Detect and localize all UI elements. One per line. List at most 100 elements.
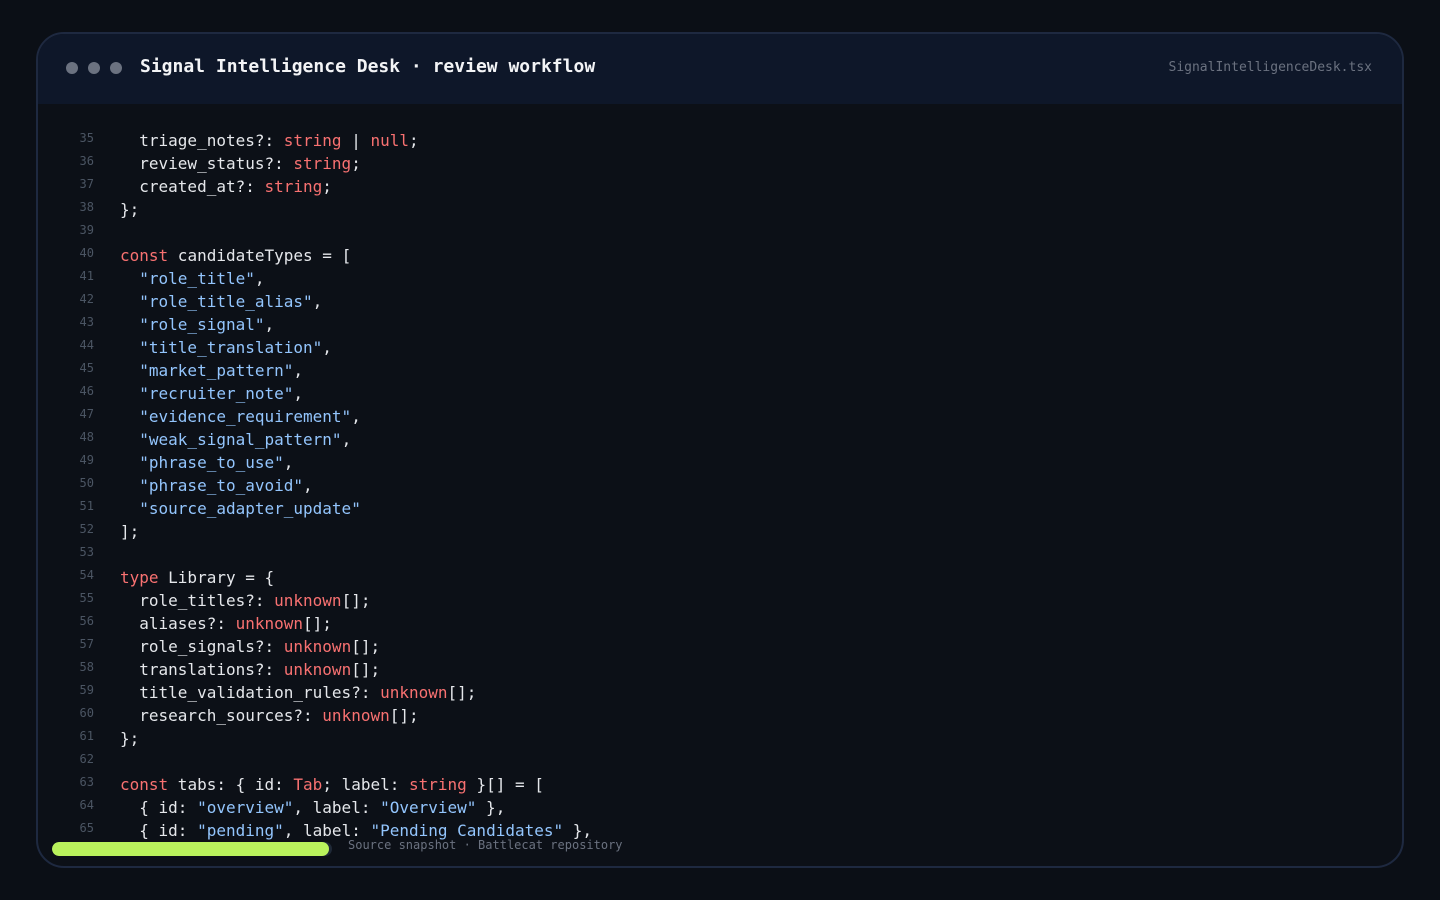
code-token: "evidence_requirement" [139,407,352,426]
code-line: 39 [38,221,1402,244]
line-number: 59 [79,683,94,697]
line-number: 55 [79,591,94,605]
line-source: aliases?: unknown[]; [120,612,332,635]
code-editor[interactable]: 35 triage_notes?: string | null; 36 revie… [38,129,1402,842]
line-number: 44 [79,338,94,352]
line-number: 56 [79,614,94,628]
line-source: "weak_signal_pattern", [120,428,351,451]
code-token: , [283,453,294,472]
line-number: 38 [79,200,94,214]
code-token: research_sources?: [120,706,323,725]
minimize-dot-icon[interactable] [88,62,100,74]
title-bar: Signal Intelligence Desk · review workfl… [38,34,1402,104]
code-token: unknown [322,706,390,725]
line-source: ]; [120,520,139,543]
code-token: ; [409,131,419,150]
code-token: "source_adapter_update" [139,499,361,518]
code-token: }[] = [ [466,775,544,794]
code-token: const [120,246,169,265]
code-line: 44 "title_translation", [38,336,1402,359]
code-line: 63 const tabs: { id: Tab; label: string }… [38,773,1402,796]
maximize-dot-icon[interactable] [110,62,122,74]
line-number: 48 [79,430,94,444]
close-dot-icon[interactable] [66,62,78,74]
line-number: 52 [79,522,94,536]
line-number: 35 [79,131,94,145]
code-token: , [341,430,352,449]
line-number: 54 [79,568,94,582]
code-token: , label: [293,798,381,817]
code-token: "role_title_alias" [139,292,313,311]
snapshot-progress-bar [52,842,332,856]
code-line: 43 "role_signal", [38,313,1402,336]
code-token: "Overview" [380,798,477,817]
code-line: 36 review_status?: string; [38,152,1402,175]
line-number: 41 [79,269,94,283]
code-token: []; [351,637,381,656]
code-token: { id: [120,798,198,817]
code-line: 51 "source_adapter_update" [38,497,1402,520]
code-token: []; [389,706,419,725]
code-token: "title_translation" [139,338,323,357]
code-token: string [409,775,467,794]
code-line: 58 translations?: unknown[]; [38,658,1402,681]
line-number: 62 [79,752,94,766]
code-token: "overview" [197,798,294,817]
code-token: unknown [380,683,448,702]
code-token: triage_notes?: [120,131,284,150]
line-source: research_sources?: unknown[]; [120,704,419,727]
line-source: "phrase_to_use", [120,451,293,474]
code-token: "phrase_to_avoid" [139,476,304,495]
code-token: unknown [283,660,352,679]
code-token: , [254,269,265,288]
code-line: 46 "recruiter_note", [38,382,1402,405]
code-token: , [293,361,304,380]
line-source: review_status?: string; [120,152,361,175]
code-token: "role_signal" [139,315,265,334]
line-source: role_titles?: unknown[]; [120,589,370,612]
code-token: title_validation_rules?: [120,683,381,702]
code-token: string [264,177,323,196]
line-number: 40 [79,246,94,260]
code-token: review_status?: [120,154,294,173]
code-token: created_at?: [120,177,265,196]
line-number: 60 [79,706,94,720]
line-source: created_at?: string; [120,175,332,198]
code-token: }; [120,729,140,748]
code-token: "phrase_to_use" [139,453,284,472]
line-number: 63 [79,775,94,789]
line-source: }; [120,198,139,221]
code-token: []; [447,683,477,702]
footer-caption: Source snapshot · Battlecat repository [348,838,623,852]
line-number: 39 [79,223,94,237]
line-number: 47 [79,407,94,421]
line-source: "role_title_alias", [120,290,322,313]
code-line: 52]; [38,520,1402,543]
line-number: 49 [79,453,94,467]
line-number: 42 [79,292,94,306]
code-token: ; [351,154,361,173]
code-token: , [293,384,304,403]
line-number: 57 [79,637,94,651]
code-line: 60 research_sources?: unknown[]; [38,704,1402,727]
code-token: Library = { [158,568,275,587]
code-token: string [283,131,342,150]
line-number: 50 [79,476,94,490]
code-line: 41 "role_title", [38,267,1402,290]
code-line: 61}; [38,727,1402,750]
code-line: 54 type Library = { [38,566,1402,589]
line-source: type Library = { [120,566,274,589]
line-source: "evidence_requirement", [120,405,361,428]
code-token: string [293,154,352,173]
code-token: "role_title" [139,269,255,288]
code-line: 40 const candidateTypes = [ [38,244,1402,267]
code-token: }, [476,798,506,817]
line-number: 51 [79,499,94,513]
line-number: 64 [79,798,94,812]
code-token: type [120,568,159,587]
line-source: "recruiter_note", [120,382,303,405]
line-source: "market_pattern", [120,359,303,382]
